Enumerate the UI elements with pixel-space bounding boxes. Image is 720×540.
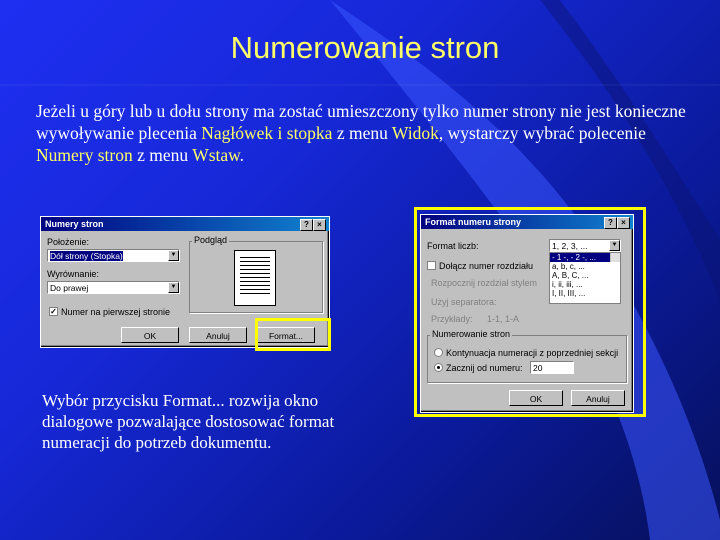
- slide-caption: Wybór przycisku Format... rozwija okno d…: [42, 391, 335, 452]
- format-option[interactable]: a, b, c, ...: [550, 262, 620, 271]
- number-format-dropdown[interactable]: 1, 2, 3, ... ▼: [549, 239, 621, 252]
- help-button[interactable]: ?: [300, 219, 313, 231]
- start-at-label: Zacznij od numeru:: [446, 363, 523, 373]
- first-page-label: Numer na pierwszej stronie: [61, 307, 171, 317]
- format-button-highlight: [255, 318, 331, 351]
- ok-button[interactable]: OK: [121, 327, 179, 343]
- page-number-format-dialog: Format numeru strony ? × Format liczb: 1…: [420, 214, 634, 413]
- preview-group: Podgląd: [189, 235, 323, 313]
- start-at-input[interactable]: 20: [530, 361, 574, 374]
- alignment-label: Wyrównanie:: [47, 269, 99, 279]
- page-numbers-dialog-titlebar: Numery stron ? ×: [41, 217, 329, 231]
- chevron-down-icon[interactable]: ▼: [168, 282, 179, 293]
- body-part-3: , wystarczy wybrać polecenie: [438, 123, 646, 143]
- alignment-value: Do prawej: [50, 283, 89, 293]
- slide-title: Numerowanie stron: [230, 30, 500, 65]
- include-chapter-checkbox[interactable]: [427, 261, 436, 270]
- format-option[interactable]: I, II, III, ...: [550, 289, 620, 298]
- number-format-value: 1, 2, 3, ...: [552, 241, 588, 251]
- body-part-5: .: [239, 145, 245, 165]
- continue-label: Kontynuacja numeracji z poprzedniej sekc…: [446, 348, 619, 358]
- page-numbers-dialog-title: Numery stron: [45, 219, 104, 229]
- body-highlight-insert: Wstaw: [192, 145, 240, 165]
- preview-label: Podgląd: [192, 235, 230, 245]
- number-format-label: Format liczb:: [427, 241, 479, 251]
- page-numbering-group: Numerowanie stron Kontynuacja numeracji …: [427, 329, 627, 383]
- help-button[interactable]: ?: [604, 217, 617, 229]
- body-highlight-page-numbers: Numery stron: [36, 145, 133, 165]
- close-button[interactable]: ×: [313, 219, 326, 231]
- ok-button[interactable]: OK: [509, 390, 563, 406]
- slide-body-text: Jeżeli u góry lub u dołu strony ma zosta…: [36, 100, 696, 166]
- format-dialog-title: Format numeru strony: [425, 217, 522, 227]
- body-part-2: z menu: [332, 123, 392, 143]
- continue-radio[interactable]: [434, 348, 443, 357]
- page-preview-icon: [234, 250, 276, 306]
- examples-label: Przykłady:: [431, 314, 473, 324]
- chapter-start-label: Rozpocznij rozdział stylem: [431, 278, 538, 288]
- alignment-dropdown[interactable]: Do prawej ▼: [47, 281, 180, 294]
- start-at-value: 20: [533, 363, 543, 373]
- position-dropdown[interactable]: Dół strony (Stopka) ▼: [47, 249, 180, 262]
- start-at-radio[interactable]: [434, 363, 443, 372]
- close-button[interactable]: ×: [617, 217, 630, 229]
- first-page-checkbox[interactable]: ✓: [49, 307, 58, 316]
- body-highlight-header-footer: Nagłówek i stopka: [201, 123, 333, 143]
- format-dialog-titlebar: Format numeru strony ? ×: [421, 215, 633, 229]
- list-scrollbar[interactable]: [610, 253, 620, 262]
- format-option[interactable]: A, B, C, ...: [550, 271, 620, 280]
- format-option[interactable]: i, ii, iii, ...: [550, 280, 620, 289]
- position-label: Położenie:: [47, 237, 90, 247]
- chevron-down-icon[interactable]: ▼: [168, 250, 179, 261]
- chevron-down-icon[interactable]: ▼: [609, 240, 620, 251]
- number-format-list[interactable]: - 1 -, - 2 -, ... a, b, c, ... A, B, C, …: [549, 252, 621, 304]
- body-part-4: z menu: [132, 145, 193, 165]
- body-highlight-view: Widok: [391, 123, 439, 143]
- examples-value: 1-1, 1-A: [487, 314, 520, 324]
- cancel-button[interactable]: Anuluj: [571, 390, 625, 406]
- page-numbering-label: Numerowanie stron: [430, 329, 513, 339]
- include-chapter-label: Dołącz numer rozdziału: [439, 261, 534, 271]
- cancel-button[interactable]: Anuluj: [189, 327, 247, 343]
- position-value: Dół strony (Stopka): [50, 251, 123, 261]
- separator-label: Użyj separatora:: [431, 297, 497, 307]
